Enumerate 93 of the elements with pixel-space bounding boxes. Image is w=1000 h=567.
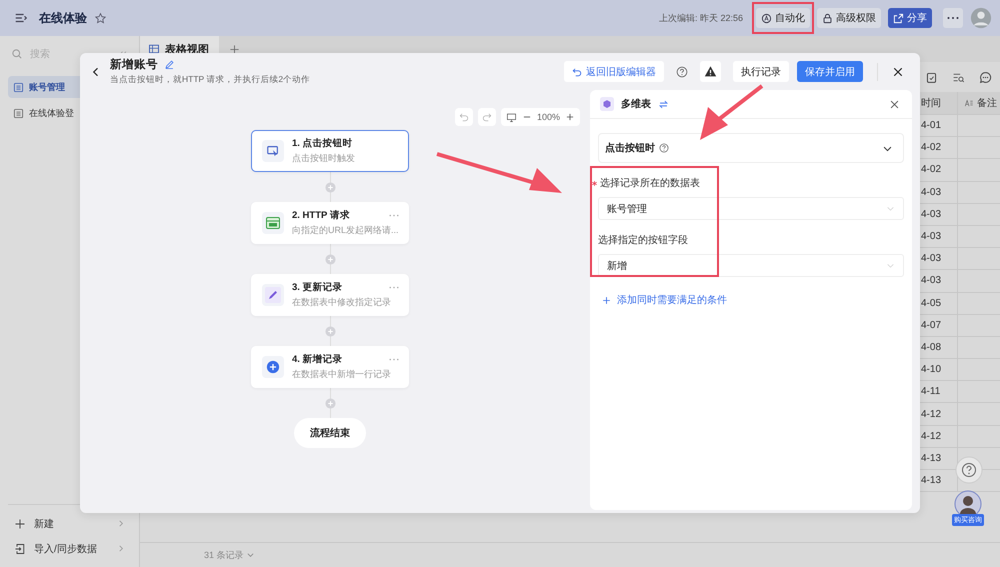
help-button[interactable] xyxy=(955,456,983,484)
lock-icon xyxy=(822,12,833,24)
table-cell-text: 4-03 xyxy=(920,274,942,288)
add-condition-link[interactable]: 添加同时需要满足的条件 xyxy=(598,293,727,307)
share-button[interactable]: 分享 xyxy=(888,8,932,28)
table-cell-text: 4-05 xyxy=(920,296,942,311)
table-cell-text: 4-08 xyxy=(920,340,942,355)
table-cell-text: 4-02 xyxy=(920,163,942,178)
swap-icon[interactable] xyxy=(658,98,669,110)
close-icon[interactable] xyxy=(892,66,904,78)
node-title: 3. 更新记录 xyxy=(292,281,343,294)
legacy-editor-button[interactable]: 返回旧版编辑器 xyxy=(564,61,664,82)
grid-icon xyxy=(148,43,160,55)
arrow xyxy=(700,84,764,140)
flow-node[interactable]: 3. 更新记录 在数据表中修改指定记录 xyxy=(251,274,409,316)
field-label: 选择记录所在的数据表 xyxy=(600,176,700,190)
table-cell-text: 4-13 xyxy=(920,474,942,488)
pencil-icon xyxy=(265,287,281,303)
table-cell-text: 4-03 xyxy=(920,230,942,244)
share-icon xyxy=(893,12,904,24)
menu-icon[interactable] xyxy=(14,11,28,25)
permission-button[interactable]: 高级权限 xyxy=(817,8,881,28)
help-icon xyxy=(659,143,669,153)
warning-icon xyxy=(704,65,717,78)
table-cell-text: 4-03 xyxy=(920,186,942,200)
automation-icon xyxy=(761,12,772,24)
table-cell-text: 4-01 xyxy=(920,119,942,134)
help-icon[interactable] xyxy=(676,66,688,78)
caret-icon[interactable] xyxy=(246,552,254,558)
fit-screen-icon[interactable] xyxy=(506,112,517,122)
clipboard-icon[interactable] xyxy=(925,70,938,84)
chevron-right-icon xyxy=(118,545,125,552)
automation-button[interactable]: 自动化 xyxy=(756,8,810,28)
field-label: 选择指定的按钮字段 xyxy=(598,234,688,247)
node-description: 向指定的URL发起网络请... xyxy=(292,224,399,237)
edit-icon[interactable] xyxy=(164,59,175,70)
table-cell-text: 4-11 xyxy=(920,385,942,400)
node-description: 在数据表中修改指定记录 xyxy=(292,296,391,309)
document-title: 在线体验 xyxy=(39,10,87,26)
star-icon[interactable] xyxy=(94,12,107,24)
close-icon[interactable] xyxy=(889,98,900,110)
table-cell-text: 4-03 xyxy=(920,252,942,266)
last-edited-text: 上次编辑: 昨天 22:56 xyxy=(658,12,743,24)
node-title: 4. 新增记录 xyxy=(292,353,343,366)
table-cell-text: 4-13 xyxy=(920,452,942,466)
text-field-icon xyxy=(964,98,974,108)
table-cell-text: 4-12 xyxy=(920,408,942,422)
cube-icon xyxy=(600,97,614,111)
column-header[interactable]: 时间 xyxy=(919,92,957,114)
import-icon xyxy=(14,542,26,554)
import-item[interactable]: 导入/同步数据 xyxy=(8,536,131,561)
table-cell-text: 4-02 xyxy=(920,141,942,156)
flow-node[interactable]: 4. 新增记录 在数据表中新增一行记录 xyxy=(251,346,409,388)
select-field[interactable]: 账号管理 xyxy=(598,197,904,220)
more-button[interactable] xyxy=(943,8,963,28)
plus-icon xyxy=(602,296,611,304)
column-header[interactable]: 备注 xyxy=(957,92,1000,114)
plus-circle-icon xyxy=(266,360,280,374)
warning-button[interactable] xyxy=(700,61,721,82)
run-log-button[interactable]: 执行记录 xyxy=(733,61,789,82)
add-view-icon[interactable] xyxy=(229,44,240,54)
table-icon xyxy=(13,82,24,92)
node-title: 1. 点击按钮时 xyxy=(292,137,353,150)
search-icon xyxy=(11,48,23,60)
table-icon xyxy=(13,108,24,118)
more-icon xyxy=(947,16,959,20)
flow-end-node: 流程结束 xyxy=(294,418,366,448)
comment-icon[interactable] xyxy=(979,70,992,84)
table-cell-text: 4-07 xyxy=(920,318,942,333)
select-field[interactable]: 新增 xyxy=(598,254,904,277)
node-description: 在数据表中新增一行记录 xyxy=(292,368,391,381)
highlight-box xyxy=(752,2,814,34)
zoom-in-icon[interactable] xyxy=(565,112,575,122)
sidebar-item[interactable]: 在线体验登 xyxy=(8,102,131,124)
trigger-dropdown[interactable]: 点击按钮时 xyxy=(598,133,904,163)
flow-node[interactable]: 1. 点击按钮时 点击按钮时触发 xyxy=(251,130,409,172)
table-cell-text: 4-10 xyxy=(920,363,942,378)
http-icon xyxy=(265,215,281,231)
cursor-click-icon xyxy=(266,144,280,158)
zoom-level: 100% xyxy=(536,112,560,122)
save-enable-button[interactable]: 保存并启用 xyxy=(797,61,863,82)
chevron-right-icon xyxy=(118,520,125,527)
node-description: 点击按钮时触发 xyxy=(292,152,355,165)
panel-title: 多维表 xyxy=(621,97,651,111)
table-cell-text: 4-12 xyxy=(920,430,942,444)
redo-icon xyxy=(482,112,492,122)
undo-icon xyxy=(458,112,469,122)
new-item[interactable]: 新建 xyxy=(8,511,131,536)
node-title: 2. HTTP 请求 xyxy=(292,209,350,222)
table-cell-text: 4-03 xyxy=(920,208,942,222)
undo-icon xyxy=(572,66,582,76)
plus-icon xyxy=(14,518,26,530)
flow-node[interactable]: 2. HTTP 请求 向指定的URL发起网络请... xyxy=(251,202,409,244)
